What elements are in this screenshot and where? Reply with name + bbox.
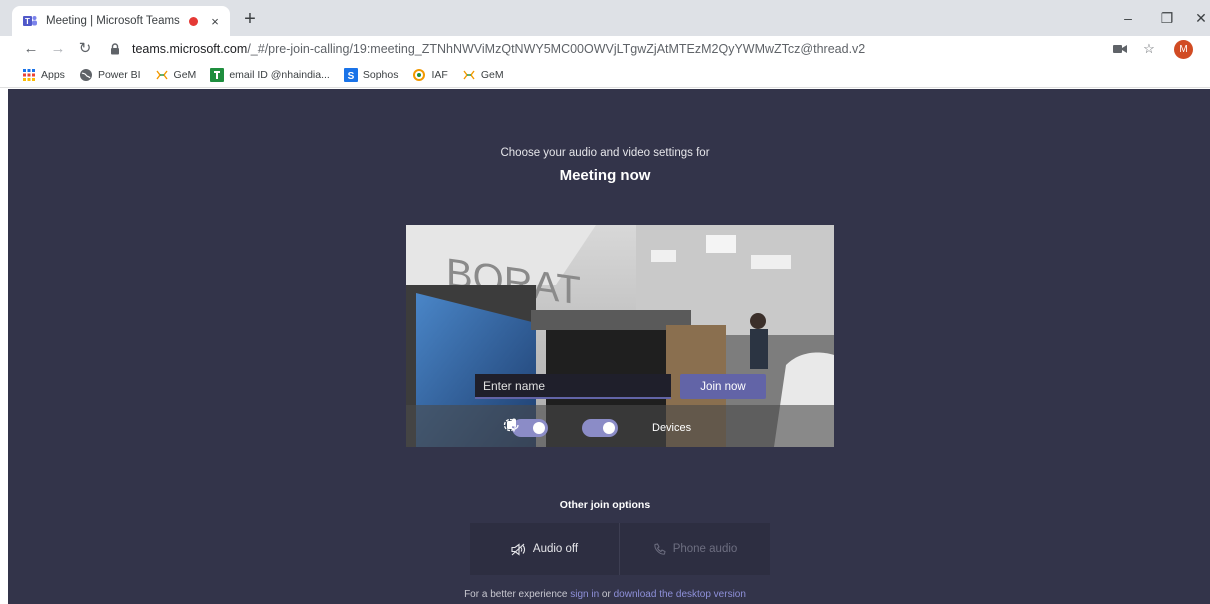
phone-audio-label: Phone audio [672,543,738,555]
bookmark-gem-2[interactable]: GeM [462,68,504,82]
reload-icon[interactable]: ↻ [74,38,96,60]
bookmark-apps[interactable]: Apps [22,68,65,82]
toggle-knob [533,422,545,434]
camera-preview: BORAT Join now [406,225,834,447]
devices-button[interactable]: Devices [652,422,691,434]
profile-avatar[interactable]: M [1174,40,1193,59]
bookmark-power-bi[interactable]: Power BI [79,68,141,82]
gem-logo-icon [463,70,475,79]
url-domain: teams.microsoft.com [132,42,248,56]
new-tab-button[interactable]: + [238,8,262,32]
phone-audio-option[interactable]: Phone audio [620,523,770,575]
window-restore-button[interactable]: ❐ [1152,6,1182,30]
lock-icon [111,43,119,55]
download-desktop-link[interactable]: download the desktop version [614,589,746,600]
window-minimize-button[interactable]: – [1113,6,1143,30]
footer-text: For a better experience sign in or downl… [0,589,1210,600]
url-text: teams.microsoft.com/_#/pre-join-calling/… [132,42,865,56]
microphone-toggle[interactable] [582,419,618,437]
name-input[interactable] [475,374,671,399]
phone-icon [654,542,666,555]
sophos-logo-icon: S [343,67,358,82]
forward-arrow-icon[interactable]: → [47,38,69,60]
bookmark-email-id[interactable]: email ID @nhaindia... [210,67,330,82]
iaf-roundel-icon [413,68,426,81]
bookmark-label: Power BI [97,68,141,81]
back-arrow-icon[interactable]: ← [20,38,42,60]
bookmark-label: email ID @nhaindia... [229,68,330,81]
other-join-options-label: Other join options [559,499,651,511]
other-join-options: Audio off Phone audio [470,523,770,575]
browser-toolbar: ← → ↻ teams.microsoft.com/_#/pre-join-ca… [0,36,1210,62]
bookmark-label: Sophos [362,68,399,81]
speaker-off-icon [511,542,525,556]
audio-off-label: Audio off [532,543,579,555]
join-now-button[interactable]: Join now [680,374,766,399]
tab-close-icon[interactable]: × [208,14,222,29]
device-controls: Devices [503,417,756,439]
svg-text:S: S [348,71,355,82]
bookmark-label: GeM [480,68,504,81]
toggle-knob [603,422,615,434]
meeting-title: Meeting now [559,167,651,184]
gear-icon[interactable] [502,417,518,433]
apps-grid-icon [23,68,35,81]
window-close-button[interactable]: ✕ [1186,6,1210,30]
browser-tab[interactable]: T Meeting | Microsoft Teams × [12,6,230,36]
recording-indicator-icon [189,16,198,26]
url-path: /_#/pre-join-calling/19:meeting_ZTNhNWVi… [247,42,866,56]
browser-tab-strip: T Meeting | Microsoft Teams × + – ❐ ✕ [0,0,1210,36]
bookmarks-bar: Apps Power BI GeM email ID @nhaindia... … [0,62,1210,88]
camera-in-use-icon[interactable] [1111,40,1129,58]
bookmark-iaf[interactable]: IAF [412,68,448,82]
sign-in-link[interactable]: sign in [570,589,599,600]
bookmark-label: GeM [173,68,197,81]
address-bar[interactable]: teams.microsoft.com/_#/pre-join-calling/… [110,39,1080,59]
teams-logo-icon: T [23,16,37,26]
bookmark-gem[interactable]: GeM [155,68,197,82]
gem-logo-icon [155,70,168,79]
bookmark-sophos[interactable]: S Sophos [343,67,399,82]
teams-prejoin-screen: Choose your audio and video settings for… [8,89,1210,604]
settings-prompt: Choose your audio and video settings for [500,147,710,159]
globe-icon [79,68,92,81]
green-logo-icon [210,67,225,82]
audio-off-option[interactable]: Audio off [470,523,620,575]
bookmark-label: Apps [41,68,65,81]
bookmark-star-icon[interactable]: ☆ [1140,40,1158,58]
camera-preview-image: BORAT [406,225,834,447]
footer-prefix: For a better experience [464,589,571,600]
tab-title: Meeting | Microsoft Teams [46,15,180,27]
footer-middle: or [599,589,614,600]
bookmark-label: IAF [431,68,448,81]
svg-text:T: T [25,17,30,26]
